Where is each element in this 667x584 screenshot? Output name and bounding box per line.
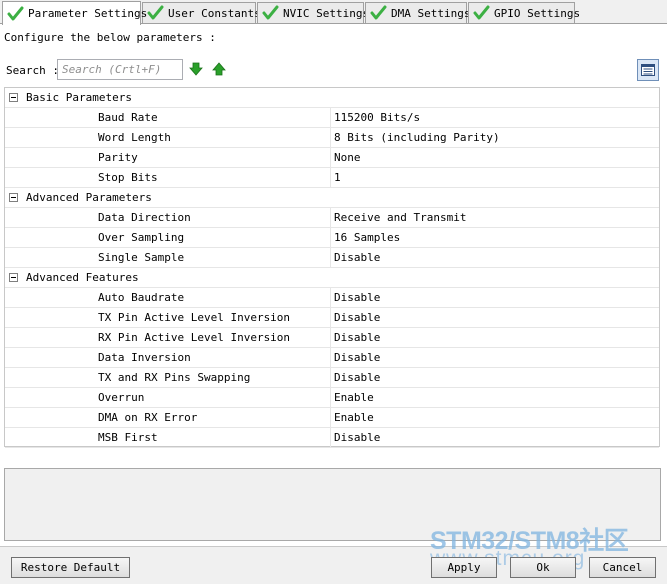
- group-title: Advanced Parameters: [26, 191, 152, 204]
- param-row-rx-pin-inversion[interactable]: RX Pin Active Level Inversion Disable: [5, 328, 659, 348]
- tab-gpio-settings[interactable]: GPIO Settings: [468, 2, 580, 23]
- param-value[interactable]: 115200 Bits/s: [334, 111, 420, 124]
- group-row-basic-parameters[interactable]: Basic Parameters: [5, 88, 659, 108]
- check-icon: [473, 5, 490, 20]
- param-row-auto-baudrate[interactable]: Auto Baudrate Disable: [5, 288, 659, 308]
- param-row-overrun[interactable]: Overrun Enable: [5, 388, 659, 408]
- search-next-arrow-down-icon[interactable]: [189, 62, 203, 76]
- param-row-over-sampling[interactable]: Over Sampling 16 Samples: [5, 228, 659, 248]
- param-value[interactable]: Disable: [334, 251, 380, 264]
- column-divider: [330, 328, 331, 347]
- tab-parameter-settings[interactable]: Parameter Settings: [2, 1, 147, 25]
- param-row-stop-bits[interactable]: Stop Bits 1: [5, 168, 659, 188]
- tab-label: User Constants: [168, 6, 261, 20]
- param-value[interactable]: 1: [334, 171, 341, 184]
- search-label: Search :: [6, 64, 59, 77]
- param-name: Data Inversion: [98, 351, 191, 364]
- ok-button[interactable]: Ok: [510, 557, 576, 578]
- param-value[interactable]: Enable: [334, 411, 374, 424]
- toggle-description-button[interactable]: [637, 59, 659, 81]
- column-divider: [330, 348, 331, 367]
- param-name: TX and RX Pins Swapping: [98, 371, 251, 384]
- parameter-panel: Configure the below parameters : Search …: [0, 24, 667, 546]
- check-icon: [370, 5, 387, 20]
- column-divider: [330, 428, 331, 447]
- param-row-word-length[interactable]: Word Length 8 Bits (including Parity): [5, 128, 659, 148]
- column-divider: [330, 228, 331, 247]
- tab-bar: Parameter Settings User Constants NVIC S…: [0, 0, 667, 25]
- param-row-tx-pin-inversion[interactable]: TX Pin Active Level Inversion Disable: [5, 308, 659, 328]
- param-value[interactable]: 16 Samples: [334, 231, 400, 244]
- param-value[interactable]: Disable: [334, 311, 380, 324]
- tab-user-constants[interactable]: User Constants: [142, 2, 261, 23]
- param-row-parity[interactable]: Parity None: [5, 148, 659, 168]
- param-row-pins-swapping[interactable]: TX and RX Pins Swapping Disable: [5, 368, 659, 388]
- search-input[interactable]: [57, 59, 183, 80]
- column-divider: [330, 108, 331, 127]
- param-value[interactable]: Disable: [334, 291, 380, 304]
- list-view-icon: [641, 64, 655, 76]
- collapse-minus-icon[interactable]: [9, 273, 18, 282]
- column-divider: [330, 408, 331, 427]
- param-row-data-inversion[interactable]: Data Inversion Disable: [5, 348, 659, 368]
- param-name: Baud Rate: [98, 111, 158, 124]
- param-name: TX Pin Active Level Inversion: [98, 311, 291, 324]
- parameter-table: Basic Parameters Baud Rate 115200 Bits/s…: [4, 87, 660, 448]
- param-value[interactable]: Disable: [334, 431, 380, 444]
- group-title: Basic Parameters: [26, 91, 132, 104]
- param-name: MSB First: [98, 431, 158, 444]
- param-name: Single Sample: [98, 251, 185, 264]
- param-name: RX Pin Active Level Inversion: [98, 331, 291, 344]
- collapse-minus-icon[interactable]: [9, 193, 18, 202]
- column-divider: [330, 308, 331, 327]
- group-row-advanced-parameters[interactable]: Advanced Parameters: [5, 188, 659, 208]
- param-value[interactable]: Disable: [334, 331, 380, 344]
- param-name: Over Sampling: [98, 231, 185, 244]
- param-value[interactable]: Enable: [334, 391, 374, 404]
- column-divider: [330, 128, 331, 147]
- restore-default-button[interactable]: Restore Default: [11, 557, 130, 578]
- tab-label: DMA Settings: [391, 6, 471, 20]
- param-row-data-direction[interactable]: Data Direction Receive and Transmit: [5, 208, 659, 228]
- column-divider: [330, 148, 331, 167]
- cancel-button[interactable]: Cancel: [589, 557, 656, 578]
- tab-label: NVIC Settings: [283, 6, 370, 20]
- param-name: DMA on RX Error: [98, 411, 198, 424]
- param-row-baud-rate[interactable]: Baud Rate 115200 Bits/s: [5, 108, 659, 128]
- panel-description: Configure the below parameters :: [4, 31, 216, 44]
- param-row-single-sample[interactable]: Single Sample Disable: [5, 248, 659, 268]
- group-row-advanced-features[interactable]: Advanced Features: [5, 268, 659, 288]
- column-divider: [330, 388, 331, 407]
- param-row-dma-on-rx-error[interactable]: DMA on RX Error Enable: [5, 408, 659, 428]
- param-value[interactable]: Disable: [334, 351, 380, 364]
- param-value[interactable]: None: [334, 151, 361, 164]
- check-icon: [147, 5, 164, 20]
- column-divider: [330, 208, 331, 227]
- param-name: Word Length: [98, 131, 171, 144]
- column-divider: [330, 368, 331, 387]
- param-value[interactable]: 8 Bits (including Parity): [334, 131, 500, 144]
- tab-dma-settings[interactable]: DMA Settings: [365, 2, 471, 23]
- param-value[interactable]: Receive and Transmit: [334, 211, 466, 224]
- param-name: Data Direction: [98, 211, 191, 224]
- check-icon: [7, 6, 24, 20]
- param-name: Auto Baudrate: [98, 291, 185, 304]
- column-divider: [330, 168, 331, 187]
- tab-label: GPIO Settings: [494, 6, 581, 20]
- group-title: Advanced Features: [26, 271, 139, 284]
- param-name: Stop Bits: [98, 171, 158, 184]
- tab-label: Parameter Settings: [28, 7, 148, 20]
- search-previous-arrow-up-icon[interactable]: [212, 62, 226, 76]
- param-row-msb-first[interactable]: MSB First Disable: [5, 428, 659, 448]
- param-value[interactable]: Disable: [334, 371, 380, 384]
- collapse-minus-icon[interactable]: [9, 93, 18, 102]
- apply-button[interactable]: Apply: [431, 557, 497, 578]
- column-divider: [330, 248, 331, 267]
- param-name: Overrun: [98, 391, 145, 404]
- param-name: Parity: [98, 151, 138, 164]
- check-icon: [262, 5, 279, 20]
- column-divider: [330, 288, 331, 307]
- tab-nvic-settings[interactable]: NVIC Settings: [257, 2, 369, 23]
